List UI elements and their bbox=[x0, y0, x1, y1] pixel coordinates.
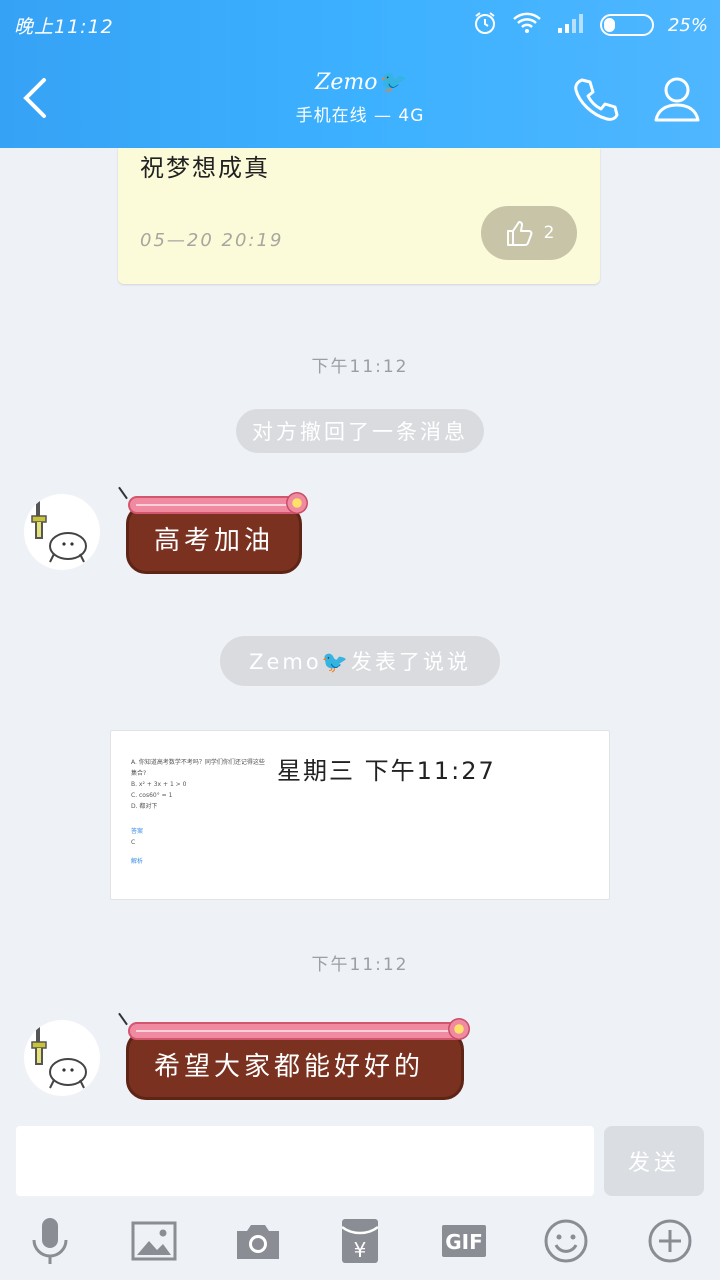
avatar[interactable] bbox=[24, 1020, 100, 1096]
person-icon bbox=[654, 77, 700, 122]
svg-text:GIF: GIF bbox=[445, 1230, 483, 1254]
timestamp: 下午11:12 bbox=[311, 955, 409, 975]
thumbs-up-icon bbox=[506, 221, 532, 246]
post-thumbnail: A. 你知道高考数学不考吗？同学们你们还记得这些 集合? B. x² + 3x … bbox=[131, 757, 271, 867]
share-notice-text: Zemo🐦发表了说说 bbox=[249, 650, 471, 674]
like-count: 2 bbox=[543, 223, 555, 243]
like-button[interactable]: 2 bbox=[481, 206, 577, 260]
bow-decoration bbox=[448, 1018, 470, 1040]
note-card[interactable]: 祝梦想成真 05—20 20:19 2 bbox=[118, 148, 600, 284]
status-icons: 25% bbox=[472, 10, 708, 40]
message-bubble[interactable]: 希望大家都能好好的 bbox=[118, 1012, 470, 1100]
gif-button[interactable]: GIF bbox=[434, 1210, 494, 1272]
wifi-icon bbox=[512, 11, 542, 39]
emoji-button[interactable] bbox=[536, 1210, 596, 1272]
profile-button[interactable] bbox=[648, 70, 706, 128]
message-input[interactable] bbox=[16, 1126, 594, 1196]
chat-header: 晚上11:12 25% Zemo🐦 手机在线 — 4G bbox=[0, 0, 720, 148]
bubble-trim bbox=[128, 496, 302, 514]
antenna-decoration bbox=[118, 486, 128, 500]
camera-icon bbox=[237, 1225, 279, 1259]
input-toolbar: ¥ GIF bbox=[0, 1210, 720, 1272]
voice-button[interactable] bbox=[20, 1210, 80, 1272]
thumb-footer: 解析 bbox=[131, 858, 144, 865]
note-time: 05—20 20:19 bbox=[140, 230, 284, 251]
thumb-answer: C bbox=[131, 839, 136, 846]
camera-button[interactable] bbox=[228, 1210, 288, 1272]
status-bar: 晚上11:12 25% bbox=[0, 0, 720, 48]
battery-fill bbox=[603, 18, 616, 32]
signal-icon bbox=[556, 12, 586, 38]
message-bubble[interactable]: 高考加油 bbox=[118, 486, 308, 574]
avatar[interactable] bbox=[24, 494, 100, 570]
call-button[interactable] bbox=[566, 70, 624, 128]
thumb-line: 集合? bbox=[131, 770, 147, 777]
emoji-icon bbox=[544, 1219, 588, 1263]
red-packet-button[interactable]: ¥ bbox=[330, 1210, 390, 1272]
message-text: 高考加油 bbox=[154, 526, 275, 556]
red-packet-icon: ¥ bbox=[341, 1219, 379, 1263]
send-button[interactable]: 发送 bbox=[604, 1126, 704, 1196]
thumb-line: A. 你知道高考数学不考吗？同学们你们还记得这些 bbox=[131, 759, 265, 766]
battery-percent: 25% bbox=[667, 14, 708, 36]
plus-icon bbox=[648, 1219, 692, 1263]
bow-decoration bbox=[286, 492, 308, 514]
thumb-line: B. x² + 3x + 1 > 0 bbox=[131, 781, 187, 788]
recall-notice: 对方撤回了一条消息 bbox=[236, 409, 484, 453]
image-button[interactable] bbox=[124, 1210, 184, 1272]
thumb-line: C. cos60° = 1 bbox=[131, 792, 173, 799]
avatar-illustration bbox=[31, 1026, 87, 1089]
share-notice[interactable]: Zemo🐦发表了说说 bbox=[220, 636, 500, 686]
bubble-trim bbox=[128, 1022, 464, 1040]
note-text: 祝梦想成真 bbox=[140, 154, 270, 182]
status-time: 晚上11:12 bbox=[14, 16, 114, 38]
alarm-icon bbox=[472, 10, 498, 40]
avatar-illustration bbox=[31, 500, 87, 563]
gif-icon: GIF bbox=[442, 1225, 486, 1257]
thumb-line: D. 都对下 bbox=[131, 803, 158, 810]
battery-icon bbox=[599, 14, 654, 36]
image-icon bbox=[131, 1221, 177, 1261]
timestamp: 下午11:12 bbox=[311, 357, 409, 377]
phone-icon bbox=[574, 78, 619, 121]
mic-icon bbox=[32, 1218, 68, 1264]
more-button[interactable] bbox=[640, 1210, 700, 1272]
shared-post-card[interactable]: A. 你知道高考数学不考吗？同学们你们还记得这些 集合? B. x² + 3x … bbox=[110, 730, 610, 900]
svg-text:¥: ¥ bbox=[354, 1238, 367, 1262]
post-date: 星期三 下午11:27 bbox=[277, 757, 496, 785]
message-text: 希望大家都能好好的 bbox=[154, 1052, 425, 1082]
antenna-decoration bbox=[118, 1012, 128, 1026]
thumb-answer-label: 答案 bbox=[131, 828, 144, 835]
